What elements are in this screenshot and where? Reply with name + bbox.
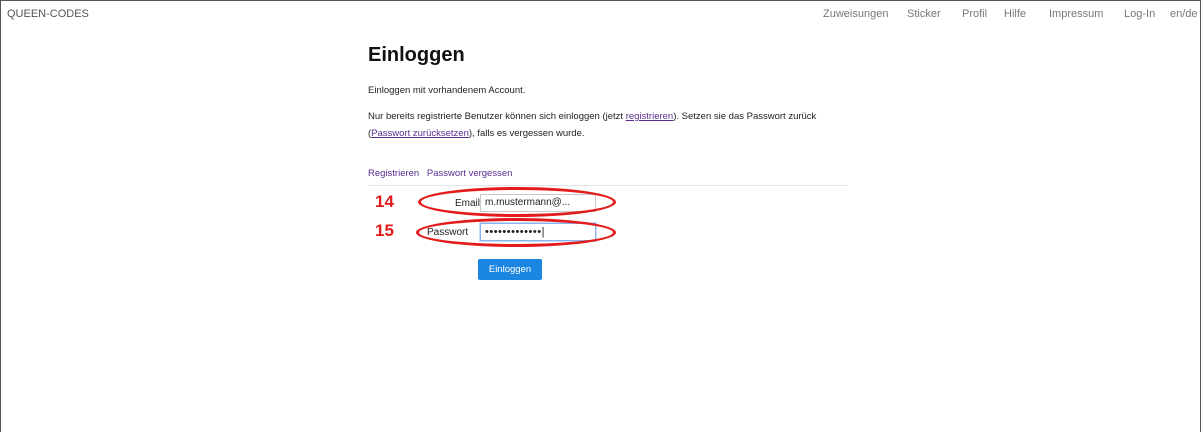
tab-register[interactable]: Registrieren — [368, 168, 419, 179]
nav-zuweisungen[interactable]: Zuweisungen — [823, 8, 888, 20]
info-text: Nur bereits registrierte Benutzer können… — [368, 108, 858, 142]
reset-password-inline-link[interactable]: Passwort zurücksetzen — [371, 128, 469, 139]
nav-profil[interactable]: Profil — [962, 8, 987, 20]
nav-login[interactable]: Log-In — [1124, 8, 1155, 20]
nav-impressum[interactable]: Impressum — [1049, 8, 1103, 20]
annotation-number-email: 14 — [375, 192, 394, 211]
password-label: Passwort — [427, 227, 469, 238]
info-text-part4: ), falls es vergessen wurde. — [468, 128, 585, 139]
password-field[interactable]: •••••••••••••| — [480, 223, 596, 241]
annotation-number-password: 15 — [375, 221, 394, 240]
email-label: Email — [455, 198, 481, 209]
page-title: Einloggen — [368, 44, 465, 66]
divider — [368, 185, 848, 186]
intro-text: Einloggen mit vorhandenem Account. — [368, 85, 526, 96]
info-text-part2: ). Setzen sie das Passwort zurück — [673, 111, 817, 122]
register-inline-link[interactable]: registrieren — [626, 111, 674, 122]
nav-sticker[interactable]: Sticker — [907, 8, 941, 20]
brand-link[interactable]: QUEEN-CODES — [7, 8, 89, 20]
nav-language[interactable]: en/de — [1170, 8, 1198, 20]
tab-forgot-password[interactable]: Passwort vergessen — [427, 168, 513, 179]
login-button[interactable]: Einloggen — [478, 259, 542, 280]
top-navbar: QUEEN-CODES Zuweisungen Sticker Profil H… — [0, 0, 1203, 22]
info-text-part1: Nur bereits registrierte Benutzer können… — [368, 111, 626, 122]
form-tabs: Registrieren Passwort vergessen — [368, 168, 517, 179]
nav-hilfe[interactable]: Hilfe — [1004, 8, 1026, 20]
window-frame — [0, 0, 1201, 432]
email-field[interactable]: m.mustermann@... — [480, 194, 596, 212]
